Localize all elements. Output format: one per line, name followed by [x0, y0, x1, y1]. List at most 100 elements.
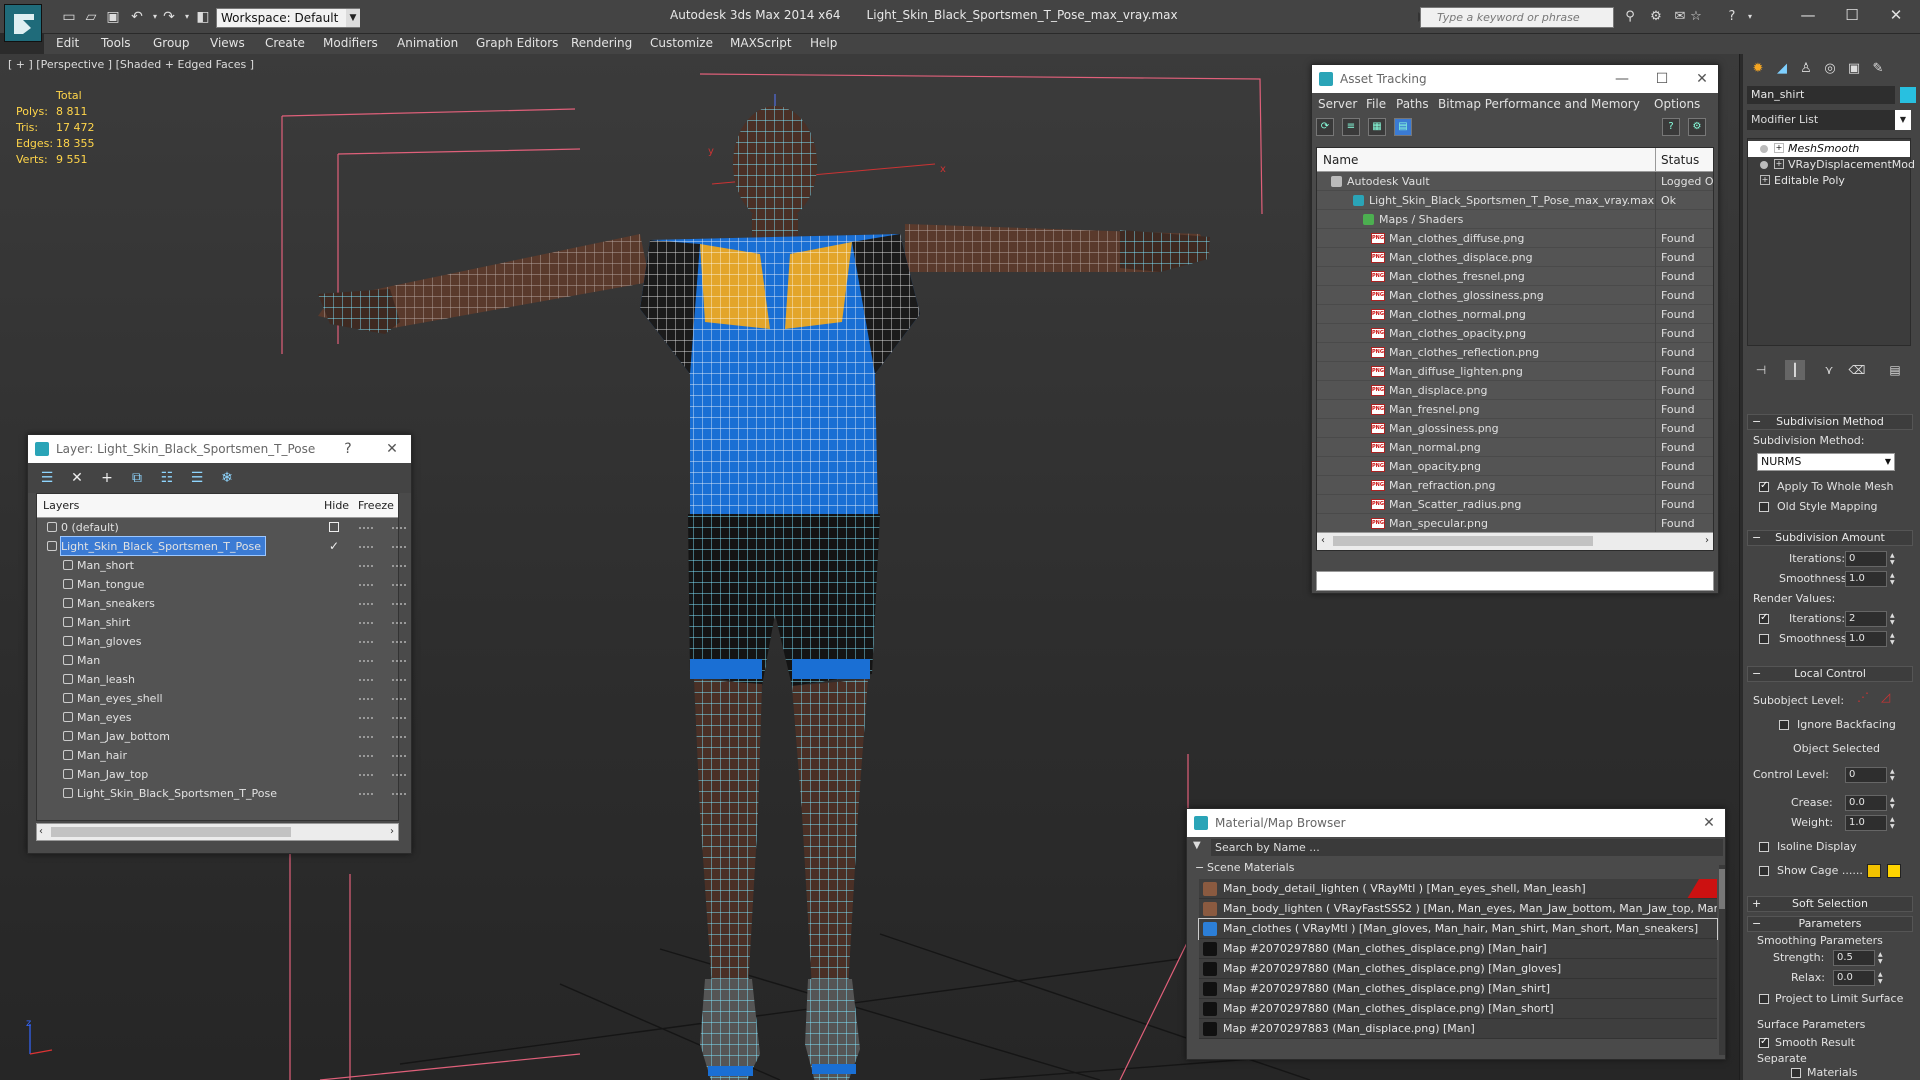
hide-toggle[interactable]	[359, 584, 373, 586]
layer-window-titlebar[interactable]: Layer: Light_Skin_Black_Sportsmen_T_Pose…	[28, 435, 411, 463]
column-hide[interactable]: Hide	[324, 494, 349, 518]
show-end-result-icon[interactable]: ┃	[1785, 360, 1805, 380]
menu-edit[interactable]: Edit	[56, 36, 79, 50]
chevron-down-icon[interactable]: ▼	[346, 9, 360, 27]
asset-row[interactable]: Autodesk Vault Logged O	[1317, 172, 1713, 191]
asset-row[interactable]: PNG Man_displace.png Found	[1317, 381, 1713, 400]
layer-name[interactable]: Light_Skin_Black_Sportsmen_T_Pose	[77, 784, 281, 802]
app-menu-button[interactable]	[4, 4, 42, 42]
parameters-rollout[interactable]: − Parameters	[1747, 916, 1913, 932]
layer-row[interactable]: Man_tongue	[37, 575, 406, 594]
layer-row[interactable]: Light_Skin_Black_Sportsmen_T_Pose	[37, 784, 406, 803]
utilities-tab-icon[interactable]: ✎	[1867, 58, 1889, 80]
menu-modifiers[interactable]: Modifiers	[323, 36, 378, 50]
open-file-icon[interactable]: ▱	[82, 8, 100, 26]
expand-icon[interactable]: +	[1760, 175, 1770, 185]
active-layer-check-icon[interactable]: ✓	[329, 537, 339, 556]
save-file-icon[interactable]: ▣	[104, 8, 122, 26]
iterations-spinner[interactable]: 0	[1845, 551, 1898, 567]
freeze-toggle[interactable]	[392, 793, 406, 795]
layer-row[interactable]: Light_Skin_Black_Sportsmen_T_Pose ✓	[37, 536, 406, 556]
column-status[interactable]: Status	[1661, 148, 1699, 172]
infocenter-search-input[interactable]: Type a keyword or phrase	[1420, 7, 1614, 28]
project-limit-checkbox[interactable]	[1759, 994, 1769, 1004]
close-button[interactable]: ✕	[1874, 0, 1918, 30]
smooth-result-checkbox[interactable]	[1759, 1036, 1769, 1048]
freeze-toggle[interactable]	[392, 527, 406, 529]
layer-name[interactable]: Man	[77, 651, 104, 669]
material-row[interactable]: Man_body_lighten ( VRayFastSSS2 ) [Man, …	[1199, 899, 1717, 919]
hide-toggle[interactable]	[359, 679, 373, 681]
hide-toggle[interactable]	[359, 755, 373, 757]
scroll-right-icon[interactable]: ›	[390, 824, 394, 840]
layer-row[interactable]: Man_shirt	[37, 613, 406, 632]
hide-toggle[interactable]	[359, 527, 373, 529]
display-tab-icon[interactable]: ▣	[1843, 58, 1865, 80]
delete-layer-icon[interactable]: ✕	[66, 468, 88, 488]
column-freeze[interactable]: Freeze	[358, 494, 394, 518]
stack-item[interactable]: + Editable Poly	[1748, 173, 1910, 189]
modify-tab-icon[interactable]: ◢	[1771, 58, 1793, 80]
hide-toggle[interactable]	[359, 565, 373, 567]
favorites-star-icon[interactable]: ☆	[1686, 8, 1706, 26]
asset-horizontal-scrollbar[interactable]: ‹ ›	[1317, 532, 1713, 550]
scrollbar-thumb[interactable]	[51, 827, 291, 837]
collapse-icon[interactable]: −	[1195, 857, 1204, 879]
asset-row[interactable]: PNG Man_clothes_normal.png Found	[1317, 305, 1713, 324]
subdivision-amount-rollout[interactable]: − Subdivision Amount	[1747, 530, 1913, 546]
add-to-layer-icon[interactable]: +	[96, 468, 118, 488]
viewport-label[interactable]: [ + ] [Perspective ] [Shaded + Edged Fac…	[8, 58, 254, 71]
pin-stack-icon[interactable]: ⊣	[1751, 360, 1771, 380]
layer-row[interactable]: Man_leash	[37, 670, 406, 689]
asset-row[interactable]: PNG Man_clothes_reflection.png Found	[1317, 343, 1713, 362]
hide-toggle[interactable]	[359, 546, 373, 548]
material-row[interactable]: Man_body_detail_lighten ( VRayMtl ) [Man…	[1199, 879, 1717, 899]
stack-item[interactable]: + VRayDisplacementMod	[1748, 157, 1915, 173]
binoculars-icon[interactable]: ⚲	[1620, 8, 1640, 26]
asset-row[interactable]: PNG Man_fresnel.png Found	[1317, 400, 1713, 419]
menu-animation[interactable]: Animation	[397, 36, 458, 50]
layer-row[interactable]: Man	[37, 651, 406, 670]
render-iterations-spinner[interactable]: 2	[1845, 611, 1898, 627]
maximize-button[interactable]: ☐	[1830, 0, 1874, 30]
table-view-icon[interactable]: ▤	[1394, 118, 1412, 136]
material-row[interactable]: Map #2070297880 (Man_clothes_displace.pn…	[1199, 999, 1717, 1019]
asset-row[interactable]: PNG Man_glossiness.png Found	[1317, 419, 1713, 438]
material-browser-titlebar[interactable]: Material/Map Browser ✕	[1187, 809, 1725, 837]
freeze-toggle[interactable]	[392, 660, 406, 662]
highlight-layer-icon[interactable]: ☷	[156, 468, 178, 488]
freeze-toggle[interactable]	[392, 603, 406, 605]
layer-horizontal-scrollbar[interactable]: ‹ ›	[36, 823, 399, 841]
column-name[interactable]: Name	[1323, 148, 1358, 172]
asset-row[interactable]: PNG Man_refraction.png Found	[1317, 476, 1713, 495]
close-button[interactable]: ✕	[378, 435, 406, 463]
hide-toggle[interactable]	[359, 736, 373, 738]
asset-row[interactable]: PNG Man_normal.png Found	[1317, 438, 1713, 457]
freeze-toggle[interactable]	[392, 736, 406, 738]
settings-icon[interactable]: ⚙	[1688, 118, 1706, 136]
strength-spinner[interactable]: 0.5	[1833, 950, 1886, 966]
help-dropdown-icon[interactable]: ▾	[1740, 8, 1760, 26]
edge-level-icon[interactable]: ◿	[1881, 690, 1890, 704]
layer-name[interactable]: Man_eyes	[77, 708, 135, 726]
asset-row[interactable]: Light_Skin_Black_Sportsmen_T_Pose_max_vr…	[1317, 191, 1713, 210]
object-color-swatch[interactable]	[1900, 87, 1916, 103]
freeze-toggle[interactable]	[392, 565, 406, 567]
asset-row[interactable]: PNG Man_clothes_diffuse.png Found	[1317, 229, 1713, 248]
ignore-backfacing-checkbox[interactable]	[1779, 720, 1789, 730]
list-view-icon[interactable]: ≡	[1342, 118, 1360, 136]
soft-selection-rollout[interactable]: + Soft Selection	[1747, 896, 1913, 912]
asset-row[interactable]: PNG Man_clothes_opacity.png Found	[1317, 324, 1713, 343]
local-control-rollout[interactable]: − Local Control	[1747, 666, 1913, 682]
asset-menu-options[interactable]: Options	[1654, 97, 1700, 111]
thumbnail-view-icon[interactable]: ▦	[1368, 118, 1386, 136]
minimize-button[interactable]: —	[1608, 65, 1636, 93]
refresh-icon[interactable]: ⟳	[1316, 118, 1334, 136]
create-tab-icon[interactable]: ✹	[1747, 58, 1769, 80]
subdivision-method-rollout[interactable]: − Subdivision Method	[1747, 414, 1913, 430]
help-icon[interactable]: ?	[1662, 118, 1680, 136]
layer-name[interactable]: Man_hair	[77, 746, 131, 764]
layer-name[interactable]: Man_tongue	[77, 575, 148, 593]
light-bulb-icon[interactable]	[1760, 145, 1768, 153]
close-button[interactable]: ✕	[1695, 809, 1723, 837]
